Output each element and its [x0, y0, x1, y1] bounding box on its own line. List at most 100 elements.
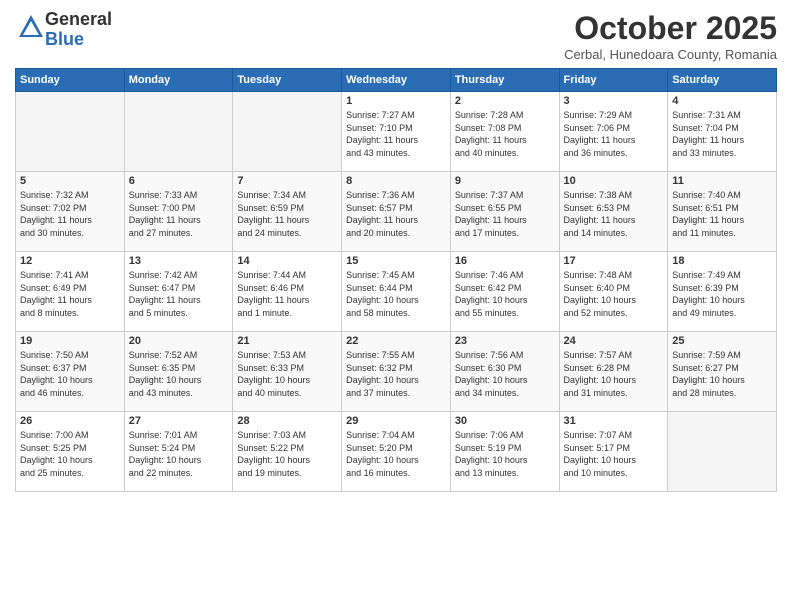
day-info: Sunrise: 7:32 AM Sunset: 7:02 PM Dayligh…	[20, 189, 120, 239]
day-cell: 31Sunrise: 7:07 AM Sunset: 5:17 PM Dayli…	[559, 412, 668, 492]
day-cell: 5 Sunrise: 7:32 AM Sunset: 7:02 PM Daylig…	[16, 172, 125, 252]
col-sunday: Sunday	[16, 69, 125, 92]
day-info: Sunrise: 7:42 AM Sunset: 6:47 PM Dayligh…	[129, 269, 229, 319]
day-cell: 15 Sunrise: 7:45 AM Sunset: 6:44 PM Dayli…	[342, 252, 451, 332]
day-info: Sunrise: 7:40 AM Sunset: 6:51 PM Dayligh…	[672, 189, 772, 239]
month-title: October 2025	[564, 10, 777, 47]
day-info: Sunrise: 7:52 AM Sunset: 6:35 PM Dayligh…	[129, 349, 229, 399]
day-info: Sunrise: 7:00 AM Sunset: 5:25 PM Dayligh…	[20, 429, 120, 479]
logo-general: General	[45, 9, 112, 29]
day-info: Sunrise: 7:46 AM Sunset: 6:42 PM Dayligh…	[455, 269, 555, 319]
day-number: 8	[346, 175, 446, 187]
day-number: 18	[672, 255, 772, 267]
day-number: 27	[129, 415, 229, 427]
title-block: October 2025 Cerbal, Hunedoara County, R…	[564, 10, 777, 62]
day-info: Sunrise: 7:03 AM Sunset: 5:22 PM Dayligh…	[237, 429, 337, 479]
day-cell: 20 Sunrise: 7:52 AM Sunset: 6:35 PM Dayli…	[124, 332, 233, 412]
day-number: 9	[455, 175, 555, 187]
week-row-2: 12 Sunrise: 7:41 AM Sunset: 6:49 PM Dayli…	[16, 252, 777, 332]
day-cell: 4Sunrise: 7:31 AM Sunset: 7:04 PM Daylig…	[668, 92, 777, 172]
day-number: 23	[455, 335, 555, 347]
day-cell: 9 Sunrise: 7:37 AM Sunset: 6:55 PM Daylig…	[450, 172, 559, 252]
week-row-0: 1Sunrise: 7:27 AM Sunset: 7:10 PM Daylig…	[16, 92, 777, 172]
day-info: Sunrise: 7:38 AM Sunset: 6:53 PM Dayligh…	[564, 189, 664, 239]
day-cell	[668, 412, 777, 492]
day-info: Sunrise: 7:41 AM Sunset: 6:49 PM Dayligh…	[20, 269, 120, 319]
day-number: 13	[129, 255, 229, 267]
day-cell: 18 Sunrise: 7:49 AM Sunset: 6:39 PM Dayli…	[668, 252, 777, 332]
day-number: 11	[672, 175, 772, 187]
day-info: Sunrise: 7:57 AM Sunset: 6:28 PM Dayligh…	[564, 349, 664, 399]
day-number: 29	[346, 415, 446, 427]
day-cell: 21Sunrise: 7:53 AM Sunset: 6:33 PM Dayli…	[233, 332, 342, 412]
day-cell: 14 Sunrise: 7:44 AM Sunset: 6:46 PM Dayli…	[233, 252, 342, 332]
day-info: Sunrise: 7:33 AM Sunset: 7:00 PM Dayligh…	[129, 189, 229, 239]
day-number: 14	[237, 255, 337, 267]
day-cell: 30 Sunrise: 7:06 AM Sunset: 5:19 PM Dayli…	[450, 412, 559, 492]
day-number: 12	[20, 255, 120, 267]
day-info: Sunrise: 7:49 AM Sunset: 6:39 PM Dayligh…	[672, 269, 772, 319]
day-info: Sunrise: 7:06 AM Sunset: 5:19 PM Dayligh…	[455, 429, 555, 479]
day-number: 15	[346, 255, 446, 267]
day-info: Sunrise: 7:53 AM Sunset: 6:33 PM Dayligh…	[237, 349, 337, 399]
day-cell: 27Sunrise: 7:01 AM Sunset: 5:24 PM Dayli…	[124, 412, 233, 492]
subtitle: Cerbal, Hunedoara County, Romania	[564, 47, 777, 62]
day-cell: 22 Sunrise: 7:55 AM Sunset: 6:32 PM Dayli…	[342, 332, 451, 412]
day-cell: 24 Sunrise: 7:57 AM Sunset: 6:28 PM Dayli…	[559, 332, 668, 412]
day-number: 10	[564, 175, 664, 187]
day-info: Sunrise: 7:07 AM Sunset: 5:17 PM Dayligh…	[564, 429, 664, 479]
day-cell: 1Sunrise: 7:27 AM Sunset: 7:10 PM Daylig…	[342, 92, 451, 172]
day-number: 30	[455, 415, 555, 427]
day-cell: 3Sunrise: 7:29 AM Sunset: 7:06 PM Daylig…	[559, 92, 668, 172]
day-info: Sunrise: 7:37 AM Sunset: 6:55 PM Dayligh…	[455, 189, 555, 239]
col-tuesday: Tuesday	[233, 69, 342, 92]
day-number: 20	[129, 335, 229, 347]
day-cell: 12 Sunrise: 7:41 AM Sunset: 6:49 PM Dayli…	[16, 252, 125, 332]
week-row-1: 5 Sunrise: 7:32 AM Sunset: 7:02 PM Daylig…	[16, 172, 777, 252]
day-info: Sunrise: 7:45 AM Sunset: 6:44 PM Dayligh…	[346, 269, 446, 319]
day-info: Sunrise: 7:55 AM Sunset: 6:32 PM Dayligh…	[346, 349, 446, 399]
header-row: Sunday Monday Tuesday Wednesday Thursday…	[16, 69, 777, 92]
logo-icon	[17, 13, 45, 41]
week-row-4: 26Sunrise: 7:00 AM Sunset: 5:25 PM Dayli…	[16, 412, 777, 492]
day-cell: 17 Sunrise: 7:48 AM Sunset: 6:40 PM Dayli…	[559, 252, 668, 332]
day-cell: 10 Sunrise: 7:38 AM Sunset: 6:53 PM Dayli…	[559, 172, 668, 252]
day-cell: 6Sunrise: 7:33 AM Sunset: 7:00 PM Daylig…	[124, 172, 233, 252]
day-number: 17	[564, 255, 664, 267]
day-cell	[233, 92, 342, 172]
day-cell: 2 Sunrise: 7:28 AM Sunset: 7:08 PM Daylig…	[450, 92, 559, 172]
page: General Blue October 2025 Cerbal, Hunedo…	[0, 0, 792, 612]
col-thursday: Thursday	[450, 69, 559, 92]
day-cell: 26Sunrise: 7:00 AM Sunset: 5:25 PM Dayli…	[16, 412, 125, 492]
calendar-table: Sunday Monday Tuesday Wednesday Thursday…	[15, 68, 777, 492]
day-cell: 11 Sunrise: 7:40 AM Sunset: 6:51 PM Dayli…	[668, 172, 777, 252]
col-monday: Monday	[124, 69, 233, 92]
day-info: Sunrise: 7:34 AM Sunset: 6:59 PM Dayligh…	[237, 189, 337, 239]
logo-blue: Blue	[45, 29, 84, 49]
day-info: Sunrise: 7:31 AM Sunset: 7:04 PM Dayligh…	[672, 109, 772, 159]
day-number: 25	[672, 335, 772, 347]
day-number: 16	[455, 255, 555, 267]
day-number: 1	[346, 95, 446, 107]
day-number: 28	[237, 415, 337, 427]
day-info: Sunrise: 7:48 AM Sunset: 6:40 PM Dayligh…	[564, 269, 664, 319]
day-number: 24	[564, 335, 664, 347]
day-info: Sunrise: 7:56 AM Sunset: 6:30 PM Dayligh…	[455, 349, 555, 399]
day-cell: 13 Sunrise: 7:42 AM Sunset: 6:47 PM Dayli…	[124, 252, 233, 332]
day-cell: 8 Sunrise: 7:36 AM Sunset: 6:57 PM Daylig…	[342, 172, 451, 252]
day-info: Sunrise: 7:28 AM Sunset: 7:08 PM Dayligh…	[455, 109, 555, 159]
week-row-3: 19 Sunrise: 7:50 AM Sunset: 6:37 PM Dayli…	[16, 332, 777, 412]
day-info: Sunrise: 7:44 AM Sunset: 6:46 PM Dayligh…	[237, 269, 337, 319]
day-number: 2	[455, 95, 555, 107]
day-number: 19	[20, 335, 120, 347]
day-number: 5	[20, 175, 120, 187]
day-cell	[16, 92, 125, 172]
day-cell: 25Sunrise: 7:59 AM Sunset: 6:27 PM Dayli…	[668, 332, 777, 412]
logo-text: General Blue	[45, 10, 112, 50]
day-number: 7	[237, 175, 337, 187]
day-info: Sunrise: 7:36 AM Sunset: 6:57 PM Dayligh…	[346, 189, 446, 239]
day-number: 22	[346, 335, 446, 347]
col-friday: Friday	[559, 69, 668, 92]
day-info: Sunrise: 7:50 AM Sunset: 6:37 PM Dayligh…	[20, 349, 120, 399]
day-cell: 28 Sunrise: 7:03 AM Sunset: 5:22 PM Dayli…	[233, 412, 342, 492]
